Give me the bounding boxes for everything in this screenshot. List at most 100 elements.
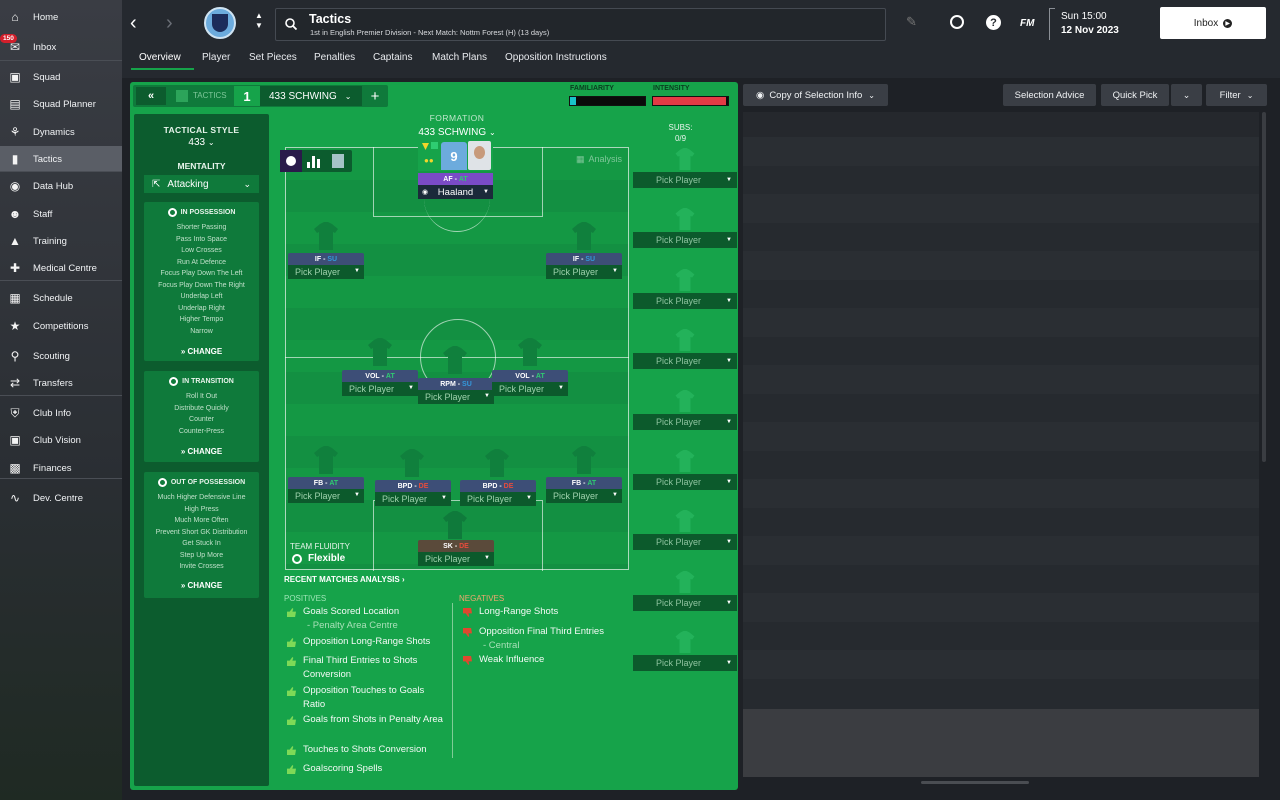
sub-slot[interactable]: Pick Player ▼ — [633, 172, 737, 188]
quick-pick-button[interactable]: Quick Pick — [1101, 84, 1169, 106]
collapse-icon[interactable]: « — [136, 87, 166, 105]
copy-selection-info-button[interactable]: ◉ Copy of Selection Info ⌄ — [743, 84, 888, 106]
list-row[interactable] — [743, 479, 1259, 509]
list-row[interactable] — [743, 621, 1259, 652]
list-row[interactable] — [743, 194, 1259, 224]
sidebar-item-medical-centre[interactable]: ✚ Medical Centre — [0, 255, 122, 281]
game-date[interactable]: 12 Nov 2023 — [1061, 25, 1119, 36]
familiarity-bar[interactable] — [569, 96, 646, 106]
sidebar-item-inbox[interactable]: ✉ Inbox — [0, 34, 122, 60]
help-icon[interactable]: ? — [986, 15, 1001, 30]
globe-icon[interactable] — [950, 15, 964, 29]
position-slot[interactable]: BPD - DE Pick Player ▼ — [460, 480, 536, 508]
in-possession-change-button[interactable]: » CHANGE — [144, 347, 259, 356]
horizontal-scrollbar[interactable] — [921, 781, 1029, 784]
sidebar-item-training[interactable]: ▲ Training — [0, 228, 122, 254]
list-row[interactable] — [743, 393, 1259, 424]
stats-view-icon[interactable] — [307, 154, 321, 168]
tab-player[interactable]: Player — [202, 52, 230, 63]
position-slot[interactable]: RPM - SU Pick Player ▼ — [418, 378, 494, 406]
intensity-bar[interactable] — [652, 96, 729, 106]
recent-matches-analysis-link[interactable]: RECENT MATCHES ANALYSIS › — [284, 575, 405, 584]
position-slot[interactable]: FB - AT Pick Player ▼ — [546, 477, 622, 505]
sidebar-item-dynamics[interactable]: ⚘ Dynamics — [0, 119, 122, 145]
position-slot[interactable]: SK - DE Pick Player ▼ — [418, 540, 494, 568]
sidebar-item-dev-centre[interactable]: ∿ Dev. Centre — [0, 485, 122, 511]
tab-opposition-instructions[interactable]: Opposition Instructions — [505, 52, 607, 63]
list-row[interactable] — [743, 678, 1259, 709]
sidebar-item-staff[interactable]: ☻ Staff — [0, 201, 122, 227]
fm-logo[interactable]: FM — [1020, 18, 1034, 29]
sub-slot[interactable]: Pick Player ▼ — [633, 353, 737, 370]
list-row[interactable] — [743, 450, 1259, 481]
sub-slot[interactable]: Pick Player ▼ — [633, 474, 737, 490]
striker-card[interactable]: 9 ●● — [418, 141, 493, 171]
list-row[interactable] — [743, 593, 1259, 623]
list-row[interactable] — [743, 507, 1259, 538]
list-row[interactable] — [743, 308, 1259, 338]
sidebar-item-squad-planner[interactable]: ▤ Squad Planner — [0, 91, 122, 117]
sidebar-item-schedule[interactable]: ▦ Schedule — [0, 285, 122, 311]
add-tactic-icon[interactable]: + — [364, 86, 386, 106]
sidebar-item-club-vision[interactable]: ▣ Club Vision — [0, 427, 122, 453]
sub-slot[interactable]: Pick Player ▼ — [633, 292, 737, 309]
team-fluidity[interactable]: Flexible — [292, 553, 345, 564]
list-row[interactable] — [743, 137, 1259, 167]
sidebar-item-tactics[interactable]: ▮ Tactics — [0, 146, 122, 172]
list-row[interactable] — [743, 251, 1259, 281]
tactical-style-dropdown[interactable]: 433 ⌄ — [134, 137, 269, 148]
selection-advice-button[interactable]: Selection Advice — [1003, 84, 1096, 106]
mentality-dropdown[interactable]: ⇱ Attacking ⌄ — [144, 175, 259, 193]
list-row[interactable] — [743, 650, 1259, 680]
search-bar[interactable]: Tactics 1st in English Premier Division … — [275, 8, 886, 41]
sidebar-item-scouting[interactable]: ⚲ Scouting — [0, 343, 122, 369]
list-row[interactable] — [743, 564, 1259, 595]
list-row[interactable] — [743, 365, 1259, 395]
back-arrow-icon[interactable]: ‹ — [130, 12, 137, 35]
tactic-slot-number[interactable]: 1 — [234, 86, 260, 106]
formation-dropdown[interactable]: 433 SCHWING ⌄ — [285, 127, 629, 138]
sidebar-item-home[interactable]: ⌂ Home — [0, 4, 122, 30]
player-view-icon[interactable] — [280, 150, 302, 172]
position-slot[interactable]: FB - AT Pick Player ▼ — [288, 477, 364, 505]
club-switch-chevrons-icon[interactable]: ▲ ▼ — [255, 11, 263, 31]
sub-slot[interactable]: Pick Player ▼ — [633, 534, 737, 551]
sidebar-item-data-hub[interactable]: ◉ Data Hub — [0, 173, 122, 199]
tab-match-plans[interactable]: Match Plans — [432, 52, 487, 63]
tab-set-pieces[interactable]: Set Pieces — [249, 52, 297, 63]
position-slot[interactable]: IF - SU Pick Player ▼ — [288, 253, 364, 281]
sidebar-item-competitions[interactable]: ★ Competitions — [0, 313, 122, 339]
position-slot[interactable]: VOL - AT Pick Player ▼ — [492, 370, 568, 398]
edit-pencil-icon[interactable]: ✎ — [906, 14, 917, 30]
striker-slot[interactable]: AF - AT ◉ Haaland ▼ — [418, 173, 493, 199]
tactic-name-dropdown[interactable]: 433 SCHWING ⌄ — [260, 86, 362, 106]
info-view-icon[interactable] — [332, 154, 344, 168]
inbox-button[interactable]: Inbox ▶ — [1160, 7, 1266, 39]
tab-captains[interactable]: Captains — [373, 52, 412, 63]
tab-penalties[interactable]: Penalties — [314, 52, 355, 63]
tab-overview[interactable]: Overview — [139, 52, 181, 63]
in-transition-change-button[interactable]: » CHANGE — [144, 447, 259, 456]
list-row[interactable] — [743, 336, 1259, 367]
club-crest-icon[interactable] — [204, 7, 236, 39]
sidebar-item-transfers[interactable]: ⇄ Transfers — [0, 370, 122, 396]
game-time[interactable]: Sun 15:00 — [1061, 11, 1107, 22]
sidebar-item-squad[interactable]: ▣ Squad — [0, 64, 122, 90]
position-slot[interactable]: BPD - DE Pick Player ▼ — [375, 480, 451, 508]
scrollbar[interactable] — [1262, 112, 1266, 462]
forward-arrow-icon[interactable]: › — [166, 12, 173, 35]
sub-slot[interactable]: Pick Player ▼ — [633, 594, 737, 611]
list-row[interactable] — [743, 422, 1259, 452]
list-row[interactable] — [743, 165, 1259, 196]
sub-slot[interactable]: Pick Player ▼ — [633, 413, 737, 430]
position-slot[interactable]: VOL - AT Pick Player ▼ — [342, 370, 418, 398]
sub-slot[interactable]: Pick Player ▼ — [633, 655, 737, 672]
filter-button[interactable]: Filter ⌄ — [1206, 84, 1267, 106]
list-row[interactable] — [743, 222, 1259, 253]
out-of-possession-change-button[interactable]: » CHANGE — [144, 581, 259, 590]
sub-slot[interactable]: Pick Player ▼ — [633, 232, 737, 249]
sidebar-item-club-info[interactable]: ⛨ Club Info — [0, 400, 122, 426]
quick-pick-dropdown[interactable]: ⌄ — [1171, 84, 1202, 106]
list-row[interactable] — [743, 536, 1259, 566]
position-slot[interactable]: IF - SU Pick Player ▼ — [546, 253, 622, 281]
